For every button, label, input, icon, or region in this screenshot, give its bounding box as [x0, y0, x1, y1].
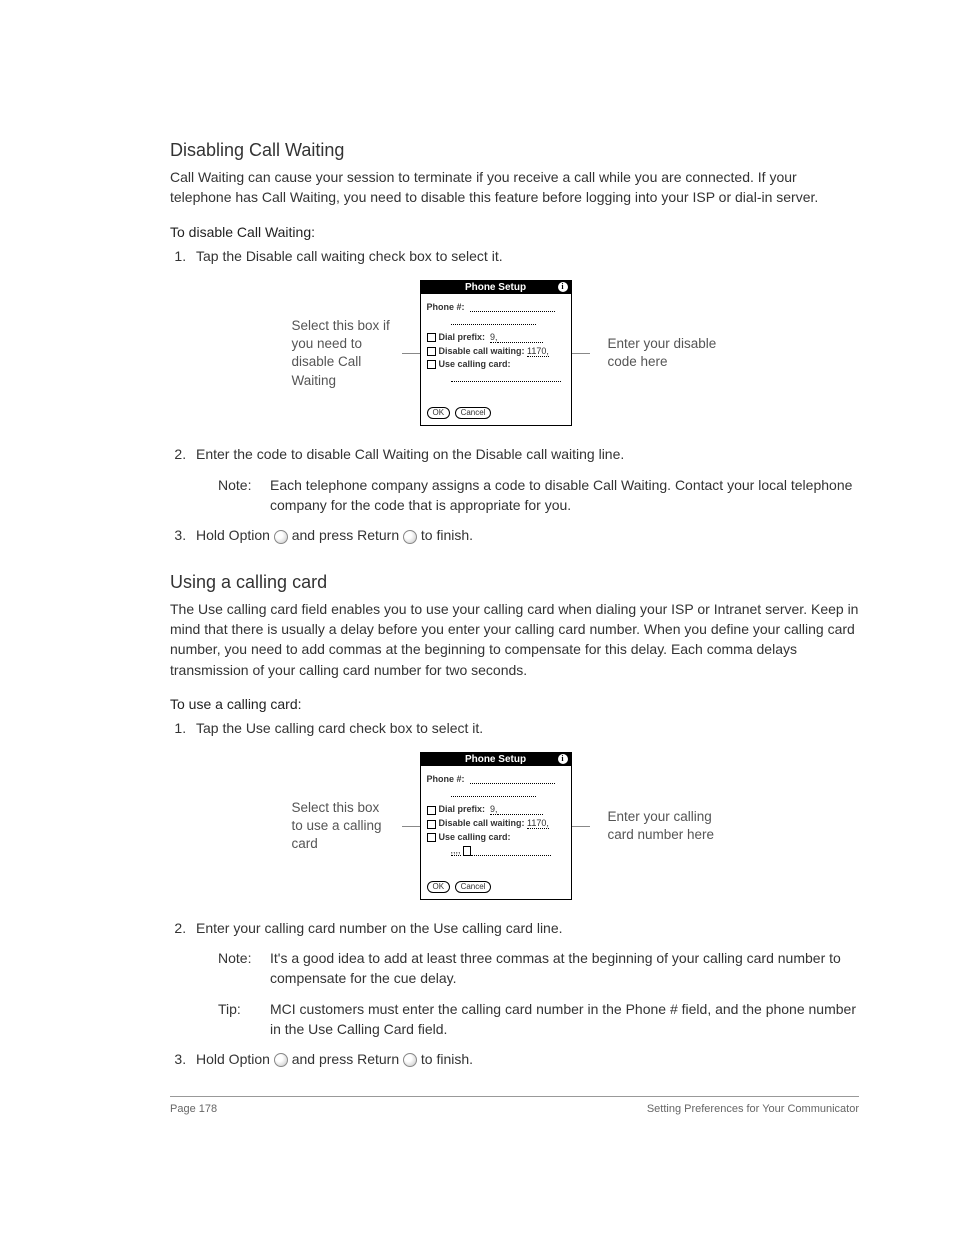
heading-disable-cw: Disabling Call Waiting: [170, 140, 859, 161]
disable-cw-label: Disable call waiting:: [439, 818, 525, 828]
disable-cw-label: Disable call waiting:: [439, 346, 525, 356]
callout-line-icon: [572, 826, 590, 827]
page-footer: Page 178 Setting Preferences for Your Co…: [170, 1096, 859, 1115]
info-icon: i: [558, 754, 568, 764]
device-title: Phone Setup: [465, 282, 526, 293]
callout-line-icon: [572, 353, 590, 354]
note-label-1: Note:: [218, 475, 270, 516]
tip-text: MCI customers must enter the calling car…: [270, 999, 859, 1040]
step2-disable-cw: Enter the code to disable Call Waiting o…: [196, 446, 624, 462]
callout-left-1: Select this box if you need to disable C…: [292, 317, 392, 390]
disable-cw-val: 1170,: [527, 346, 549, 357]
checkbox-icon: [427, 333, 436, 342]
howto-disable-cw: To disable Call Waiting:: [170, 224, 315, 240]
device-screenshot-2: Phone Setup i Phone #: Dial prefix: 9, D…: [420, 752, 572, 899]
ok-button: OK: [427, 407, 451, 419]
dial-prefix-label: Dial prefix:: [439, 804, 486, 814]
callout-left-2: Select this box to use a calling card: [292, 799, 392, 854]
checkbox-icon: [427, 806, 436, 815]
step3a: Hold Option: [196, 527, 274, 543]
info-icon: i: [558, 282, 568, 292]
step3c: to finish.: [417, 527, 473, 543]
device-title: Phone Setup: [465, 754, 526, 765]
note-text-2: It's a good idea to add at least three c…: [270, 948, 859, 989]
cancel-button: Cancel: [455, 407, 492, 419]
use-card-label: Use calling card:: [439, 359, 511, 369]
step3-calling-card: Hold Option and press Return to finish.: [190, 1049, 859, 1069]
phone-label: Phone #:: [427, 774, 465, 784]
dial-prefix-val: 9,: [490, 332, 498, 343]
disable-cw-val: 1170,: [527, 818, 549, 829]
checkbox-icon: [427, 347, 436, 356]
tip-label: Tip:: [218, 999, 270, 1040]
figure-phone-setup-2: Select this box to use a calling card Ph…: [170, 752, 859, 899]
note-label-2: Note:: [218, 948, 270, 989]
footer-page-number: Page 178: [170, 1103, 217, 1115]
ok-button: OK: [427, 881, 451, 893]
step3-disable-cw: Hold Option and press Return to finish.: [190, 525, 859, 545]
step2-calling-card: Enter your calling card number on the Us…: [196, 920, 563, 936]
checkbox-icon: [427, 833, 436, 842]
use-card-label: Use calling card:: [439, 832, 511, 842]
heading-calling-card: Using a calling card: [170, 572, 859, 593]
step3b: and press Return: [288, 527, 403, 543]
return-button-icon: [403, 1053, 417, 1067]
callout-line-icon: [402, 353, 420, 354]
figure-phone-setup-1: Select this box if you need to disable C…: [170, 280, 859, 426]
footer-section-title: Setting Preferences for Your Communicato…: [647, 1103, 859, 1115]
checkbox-icon: [427, 820, 436, 829]
step3a-2: Hold Option: [196, 1051, 274, 1067]
return-button-icon: [403, 530, 417, 544]
comma-val: ,,,,: [451, 845, 461, 856]
device-screenshot-1: Phone Setup i Phone #: Dial prefix: 9, D…: [420, 280, 572, 426]
callout-line-icon: [402, 826, 420, 827]
howto-calling-card: To use a calling card:: [170, 696, 302, 712]
intro-calling-card: The Use calling card field enables you t…: [170, 599, 859, 680]
callout-right-2: Enter your calling card number here: [608, 808, 738, 844]
option-button-icon: [274, 1053, 288, 1067]
step1-calling-card: Tap the Use calling card check box to se…: [190, 718, 859, 738]
callout-right-1: Enter your disable code here: [608, 335, 738, 371]
dial-prefix-label: Dial prefix:: [439, 332, 486, 342]
step3c-2: to finish.: [417, 1051, 473, 1067]
phone-label: Phone #:: [427, 302, 465, 312]
cancel-button: Cancel: [455, 881, 492, 893]
checkbox-icon: [427, 360, 436, 369]
step3b-2: and press Return: [288, 1051, 403, 1067]
step1-disable-cw: Tap the Disable call waiting check box t…: [190, 246, 859, 266]
option-button-icon: [274, 530, 288, 544]
dial-prefix-val: 9,: [490, 804, 498, 815]
note-text-1: Each telephone company assigns a code to…: [270, 475, 859, 516]
intro-disable-cw: Call Waiting can cause your session to t…: [170, 167, 859, 208]
